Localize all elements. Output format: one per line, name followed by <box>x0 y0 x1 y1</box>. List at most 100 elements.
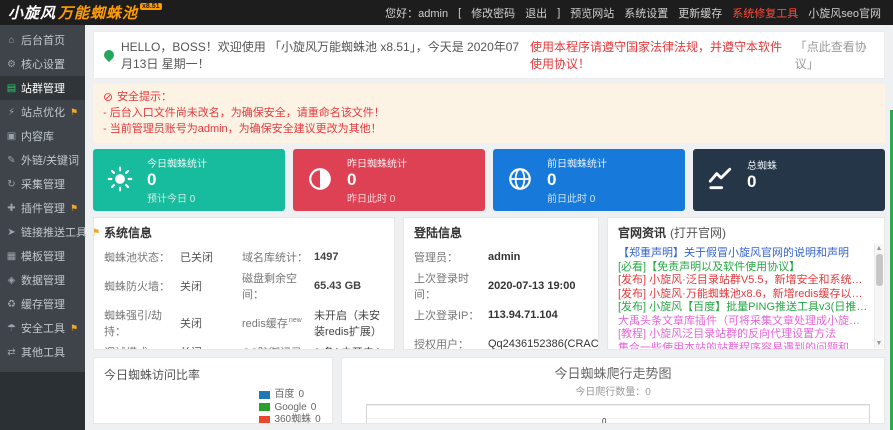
open-official-site-link[interactable]: (打开官网) <box>670 224 726 241</box>
news-item[interactable]: 集合一些使用本站的站群程序容易遇到的问题和解决方法 <box>618 342 868 350</box>
login-info-panel: 登陆信息 管理员： admin 上次登录时间： 2020-07-13 19:00… <box>403 217 599 350</box>
view-agreement-link[interactable]: 「点此查看协议」 <box>795 38 874 72</box>
sidebar-item-label: 安全工具 <box>21 323 65 335</box>
panel-title: 登陆信息 <box>414 226 463 240</box>
logo-main: 小旋风 <box>8 5 57 22</box>
new-badge: new <box>288 316 302 324</box>
legend-item[interactable]: 360蜘蛛 0 <box>259 414 324 423</box>
news-list: 【郑重声明】关于假冒小旋风官网的说明和声明 [必看]【免责声明以及软件使用协议】… <box>608 246 884 350</box>
security-line: - 后台入口文件尚未改名，为确保安全，请重命名该文件！ <box>103 107 385 119</box>
table-row: 蜘蛛强引/劫持： 关闭 redis缓存new 未开启（未安装redis扩展） <box>104 309 382 338</box>
update-cache-link[interactable]: 更新缓存 <box>678 5 722 21</box>
chart-legend: 百度 0 Google 0 360蜘蛛 0 搜狗 0 <box>259 389 324 423</box>
sidebar-item-label: 核心设置 <box>21 59 65 71</box>
table-row: 上次登录时间： 2020-07-13 19:00 <box>414 272 576 301</box>
sidebar-item-content-library[interactable]: ▣ 内容库 <box>0 124 85 148</box>
globe-icon <box>507 166 533 195</box>
scrollbar-thumb[interactable] <box>875 254 883 286</box>
topbar: 小旋风 万能蜘蛛池 x8.51 您好：admin [ 修改密码 退出 ] 预览网… <box>0 0 893 25</box>
keywords-icon: ✎ <box>7 154 16 166</box>
news-item[interactable]: 大禹头条文章库插件（可将采集文章处理成小旋风支持的格式） <box>618 315 868 329</box>
news-item[interactable]: [教程] 小旋风泛目录站群的反向代理设置方法 <box>618 328 868 342</box>
preview-site-link[interactable]: 预览网站 <box>570 5 614 21</box>
template-icon: ▦ <box>6 250 17 262</box>
system-settings-link[interactable]: 系统设置 <box>624 5 668 21</box>
sidebar-item-site-group[interactable]: ▤ 站群管理 <box>0 76 85 100</box>
sidebar-item-plugins[interactable]: ✚ 插件管理 ⚑ <box>0 196 85 220</box>
seo-site-link[interactable]: 小旋风seo官网 <box>808 5 881 21</box>
sidebar-item-collect[interactable]: ↻ 采集管理 <box>0 172 85 196</box>
card-value: 0 <box>347 170 357 190</box>
sidebar-item-cache[interactable]: ♻ 缓存管理 <box>0 292 85 316</box>
sidebar-item-label: 其他工具 <box>21 347 65 359</box>
sidebar-item-label: 外链/关键词 <box>21 155 80 167</box>
sidebar-item-core-settings[interactable]: ⚙ 核心设置 <box>0 52 85 76</box>
sidebar-item-other-tools[interactable]: ⇄ 其他工具 <box>0 340 85 364</box>
security-title: 安全提示： <box>117 91 173 103</box>
app-logo[interactable]: 小旋风 万能蜘蛛池 x8.51 <box>8 2 162 23</box>
user-greeting: 您好：admin <box>385 7 449 20</box>
sidebar-item-label: 内容库 <box>21 131 54 143</box>
table-row: 蜘蛛池状态： 已关闭 域名库统计： 1497 <box>104 250 339 264</box>
sidebar-item-label: 链接推送工具 <box>21 227 87 239</box>
news-item[interactable]: [发布] 小旋风·万能蜘蛛池x8.6，新增redis缓存以及多项功能 <box>618 288 868 302</box>
stat-card-total: 总蜘蛛 0 <box>693 149 885 211</box>
home-icon: ⌂ <box>8 34 15 46</box>
news-item[interactable]: 【郑重声明】关于假冒小旋风官网的说明和声明 <box>618 247 868 261</box>
news-item[interactable]: [发布] 小旋风·泛目录站群V5.5，新增安全和系统修复工具等 <box>618 274 868 288</box>
card-value: 0 <box>547 170 557 190</box>
sidebar-item-label: 插件管理 <box>21 203 65 215</box>
scrollbar: ▲ ▼ <box>874 244 883 348</box>
library-icon: ▣ <box>6 130 17 142</box>
version-badge: x8.51 <box>140 3 162 10</box>
table-row: 调试模式： 关闭 CC防御记录： 0 条( 未开启 ) <box>104 341 384 350</box>
sidebar-item-security[interactable]: ☂ 安全工具 ⚑ <box>0 316 85 340</box>
card-value: 0 <box>747 171 757 191</box>
pin-icon: ⚑ <box>70 106 79 117</box>
welcome-warning: 使用本程序请遵守国家法律法规，并遵守本软件使用协议！ <box>530 40 783 71</box>
optimize-icon: ⚡ <box>7 106 16 118</box>
scroll-up-icon[interactable]: ▲ <box>876 244 883 253</box>
plot-area: 0 <box>366 404 870 423</box>
legend-item[interactable]: 百度 0 <box>259 389 324 400</box>
logout-link[interactable]: 退出 <box>525 5 547 21</box>
sidebar-item-label: 站群管理 <box>21 83 65 95</box>
repair-tool-link[interactable]: 系统修复工具 <box>732 5 798 21</box>
info-panels-row: 系统信息 蜘蛛池状态： 已关闭 域名库统计： 1497 蜘蛛防火墙： 关闭 磁盘… <box>93 217 885 350</box>
sidebar-item-site-optimize[interactable]: ⚡ 站点优化 ⚑ <box>0 100 85 124</box>
tools-icon: ⇄ <box>7 346 16 358</box>
sidebar-item-data[interactable]: ◈ 数据管理 <box>0 268 85 292</box>
sidebar: ⌂ 后台首页 ⚙ 核心设置 ▤ 站群管理 ⚡ 站点优化 ⚑ ▣ 内容库 ✎ 外链… <box>0 25 100 430</box>
sidebar-item-dashboard[interactable]: ⌂ 后台首页 <box>0 28 85 52</box>
news-item[interactable]: [发布] 小旋风【百度】批量PING推送工具v3(日推送量百万) <box>618 301 868 315</box>
half-circle-icon <box>307 166 333 195</box>
stat-cards: 今日蜘蛛统计 0 预计今日 0 昨日蜘蛛统计 0 昨日此时 0 前日蜘蛛统计 0… <box>93 149 885 211</box>
sidebar-item-templates[interactable]: ▦ 模板管理 <box>0 244 85 268</box>
sidebar-item-label: 后台首页 <box>21 35 65 47</box>
sidebar-item-push-tools[interactable]: ➤ 链接推送工具 ⚑ <box>0 220 100 244</box>
change-password-link[interactable]: 修改密码 <box>471 5 515 21</box>
main-content: HELLO，BOSS！欢迎使用 「小旋风万能蜘蛛池 x8.51」，今天是 202… <box>85 25 893 430</box>
card-label: 今日蜘蛛统计 <box>147 159 207 171</box>
panel-title: 官网资讯 <box>618 226 667 240</box>
legend-item[interactable]: Google 0 <box>259 402 324 413</box>
legend-swatch <box>259 390 271 399</box>
sidebar-item-label: 数据管理 <box>21 275 65 287</box>
scroll-down-icon[interactable]: ▼ <box>876 339 883 348</box>
card-subtext: 前日此时 0 <box>547 193 596 205</box>
stat-card-yesterday: 昨日蜘蛛统计 0 昨日此时 0 <box>293 149 485 211</box>
news-item[interactable]: [必看]【免责声明以及软件使用协议】 <box>618 261 868 275</box>
forbidden-icon: ⊘ <box>103 90 114 104</box>
sidebar-item-links-keywords[interactable]: ✎ 外链/关键词 <box>0 148 85 172</box>
chart-title: 今日蜘蛛访问比率 <box>104 368 201 382</box>
stat-card-today: 今日蜘蛛统计 0 预计今日 0 <box>93 149 285 211</box>
crawl-trend-chart-panel: 今日蜘蛛爬行走势图 今日爬行数量：0 0 0 <box>341 357 885 424</box>
sidebar-item-label: 缓存管理 <box>21 299 65 311</box>
card-subtext <box>747 191 777 203</box>
welcome-bar: HELLO，BOSS！欢迎使用 「小旋风万能蜘蛛池 x8.51」，今天是 202… <box>93 31 885 79</box>
site-group-icon: ▤ <box>6 82 17 94</box>
trend-icon <box>707 166 733 195</box>
spider-ratio-chart-panel: 今日蜘蛛访问比率 百度 0 Google 0 360蜘蛛 0 <box>93 357 333 424</box>
card-label: 前日蜘蛛统计 <box>547 159 607 171</box>
sidebar-menu: ⌂ 后台首页 ⚙ 核心设置 ▤ 站群管理 ⚡ 站点优化 ⚑ ▣ 内容库 ✎ 外链… <box>0 25 100 372</box>
